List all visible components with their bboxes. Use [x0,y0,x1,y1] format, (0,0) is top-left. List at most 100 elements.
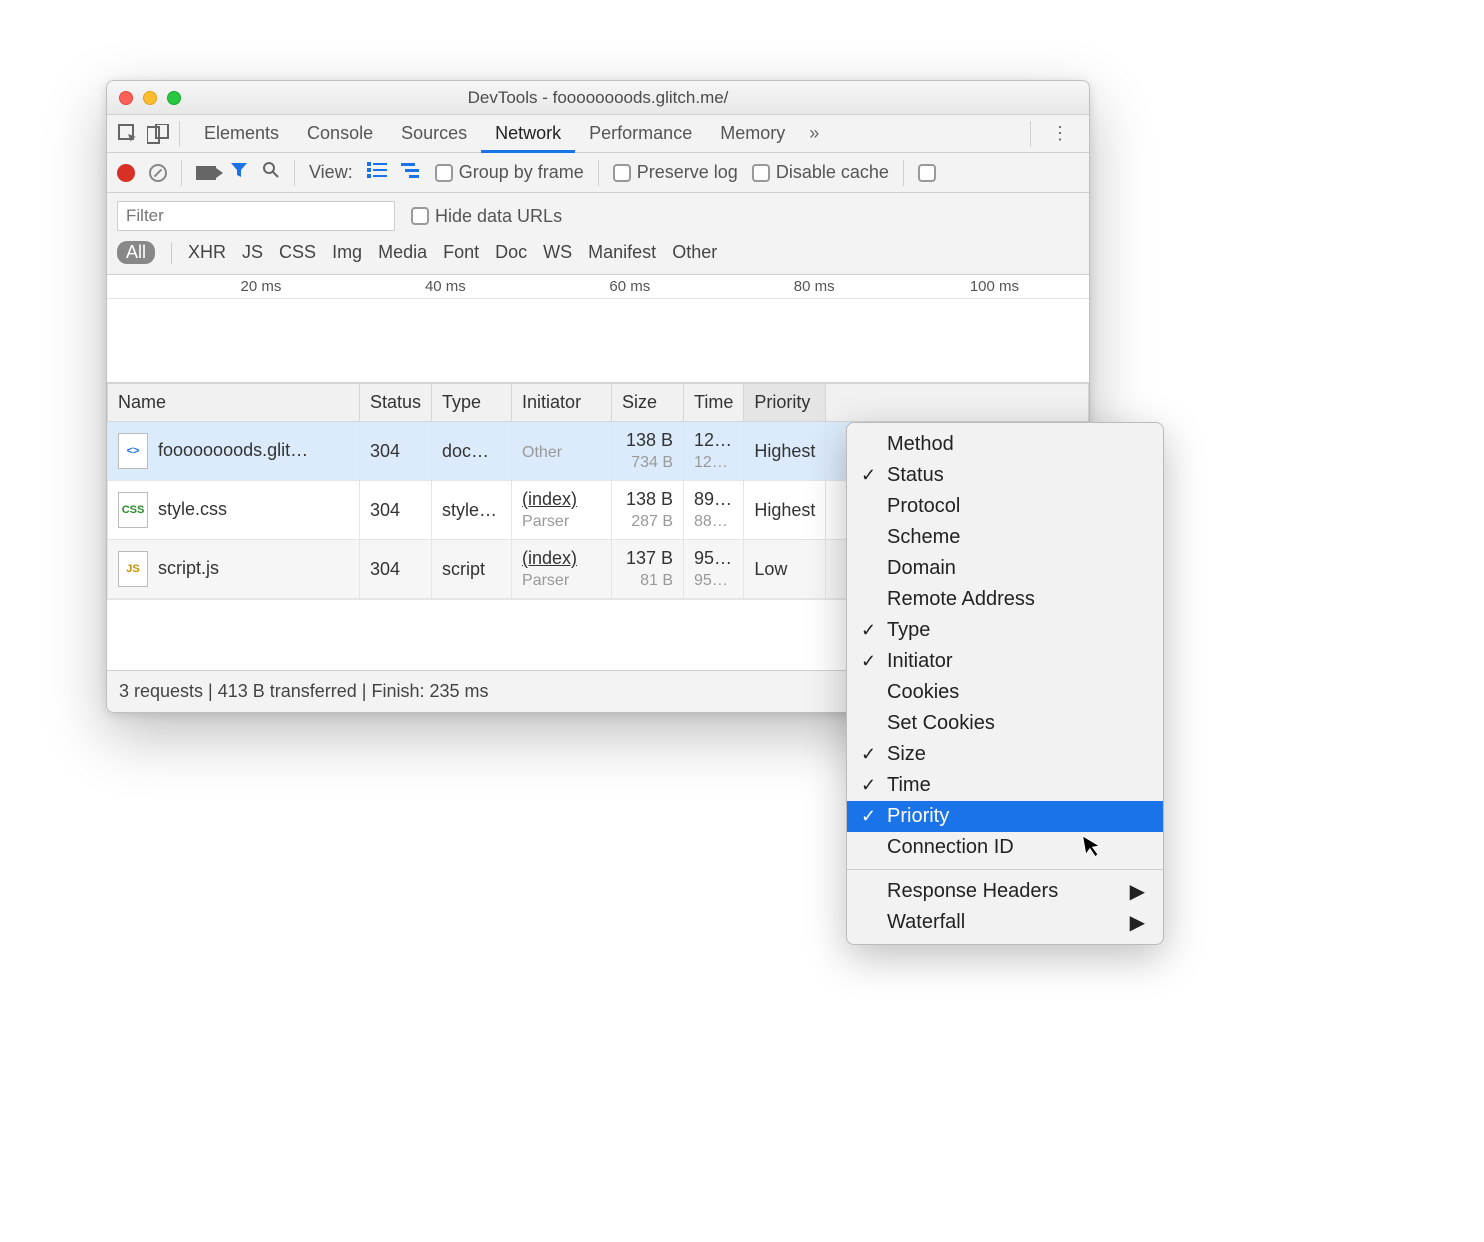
group-by-frame-label: Group by frame [459,162,584,183]
filter-ws[interactable]: WS [543,242,572,263]
filter-bar: Hide data URLs All XHR JS CSS Img Media … [107,193,1089,275]
col-status[interactable]: Status [360,384,432,422]
inspect-element-icon[interactable] [117,123,139,145]
filter-other[interactable]: Other [672,242,717,263]
timeline-tick: 40 ms [291,275,475,298]
menu-response-headers[interactable]: Response Headers▶ [847,876,1163,907]
col-time[interactable]: Time [684,384,744,422]
titlebar: DevTools - foooooooods.glitch.me/ [107,81,1089,115]
col-name[interactable]: Name [108,384,360,422]
filter-input[interactable] [117,201,395,231]
cell-time-sub: 12… [694,454,728,471]
tab-memory[interactable]: Memory [706,123,799,144]
css-file-icon: CSS [118,492,148,528]
table-header-row: Name Status Type Initiator Size Time Pri… [108,384,1089,422]
filter-manifest[interactable]: Manifest [588,242,656,263]
tab-performance[interactable]: Performance [575,123,706,144]
cell-status: 304 [360,481,432,540]
hide-data-urls-label: Hide data URLs [435,206,562,227]
disable-cache-checkbox[interactable]: Disable cache [752,162,889,183]
disable-cache-label: Disable cache [776,162,889,183]
tab-console[interactable]: Console [293,123,387,144]
menu-protocol[interactable]: Protocol [847,491,1163,522]
timeline-tick: 20 ms [107,275,291,298]
document-icon: <> [118,433,148,469]
timeline-overview[interactable]: 20 ms 40 ms 60 ms 80 ms 100 ms [107,275,1089,383]
timeline-tick: 60 ms [476,275,660,298]
cell-time: 12… [694,430,732,450]
group-by-frame-checkbox[interactable]: Group by frame [435,162,584,183]
cell-initiator-sub: Parser [522,572,569,589]
device-toolbar-icon[interactable] [147,123,169,145]
search-icon[interactable] [262,161,280,184]
more-tabs-button[interactable]: » [799,123,829,144]
cell-size-sub: 287 B [631,513,673,530]
filter-css[interactable]: CSS [279,242,316,263]
menu-type[interactable]: Type [847,615,1163,646]
col-priority[interactable]: Priority [744,384,826,422]
filter-js[interactable]: JS [242,242,263,263]
menu-waterfall[interactable]: Waterfall▶ [847,907,1163,938]
close-window-button[interactable] [119,91,133,105]
cell-status: 304 [360,540,432,599]
view-waterfall-icon[interactable] [401,162,421,183]
minimize-window-button[interactable] [143,91,157,105]
cell-size: 138 B [626,489,673,509]
filter-xhr[interactable]: XHR [188,242,226,263]
col-type[interactable]: Type [432,384,512,422]
submenu-arrow-icon: ▶ [1130,879,1145,904]
record-button[interactable] [117,164,135,182]
submenu-arrow-icon: ▶ [1130,910,1145,935]
filter-media[interactable]: Media [378,242,427,263]
tab-sources[interactable]: Sources [387,123,481,144]
col-size[interactable]: Size [612,384,684,422]
filter-toggle-icon[interactable] [230,161,248,184]
maximize-window-button[interactable] [167,91,181,105]
network-toolbar: View: Group by frame Preserve log Disabl… [107,153,1089,193]
filter-font[interactable]: Font [443,242,479,263]
menu-cookies[interactable]: Cookies [847,677,1163,708]
menu-remote-address[interactable]: Remote Address [847,584,1163,615]
cell-time-sub: 88… [694,513,728,530]
tab-elements[interactable]: Elements [190,123,293,144]
cell-size: 138 B [626,430,673,450]
js-file-icon: JS [118,551,148,587]
cell-status: 304 [360,422,432,481]
cell-initiator[interactable]: (index) [522,548,577,568]
preserve-log-checkbox[interactable]: Preserve log [613,162,738,183]
menu-set-cookies[interactable]: Set Cookies [847,708,1163,739]
tab-network[interactable]: Network [481,123,575,153]
cell-name: style.css [158,499,227,519]
view-label: View: [309,162,353,183]
menu-method[interactable]: Method [847,429,1163,460]
filter-img[interactable]: Img [332,242,362,263]
menu-scheme[interactable]: Scheme [847,522,1163,553]
hide-data-urls-checkbox[interactable]: Hide data URLs [411,206,562,227]
column-context-menu: Method Status Protocol Scheme Domain Rem… [846,422,1164,945]
filter-all[interactable]: All [117,241,155,264]
col-initiator[interactable]: Initiator [512,384,612,422]
menu-status[interactable]: Status [847,460,1163,491]
timeline-tick: 80 ms [660,275,844,298]
offline-checkbox[interactable] [918,164,936,182]
menu-size[interactable]: Size [847,739,1163,770]
clear-button[interactable] [149,164,167,182]
menu-domain[interactable]: Domain [847,553,1163,584]
view-list-icon[interactable] [367,162,387,183]
menu-connection-id[interactable]: Connection ID [847,832,1163,863]
cell-name: script.js [158,558,219,578]
col-waterfall[interactable] [826,384,1089,422]
cell-priority: Highest [744,422,826,481]
cell-type: style… [432,481,512,540]
cell-initiator[interactable]: (index) [522,489,577,509]
menu-initiator[interactable]: Initiator [847,646,1163,677]
settings-kebab-button[interactable]: ⋮ [1041,123,1079,144]
filter-doc[interactable]: Doc [495,242,527,263]
menu-priority[interactable]: Priority [847,801,1163,832]
window-title: DevTools - foooooooods.glitch.me/ [107,88,1089,108]
timeline-tick: 100 ms [845,275,1029,298]
cell-priority: Low [744,540,826,599]
panel-tabbar: Elements Console Sources Network Perform… [107,115,1089,153]
menu-time[interactable]: Time [847,770,1163,801]
screenshot-icon[interactable] [196,166,216,180]
